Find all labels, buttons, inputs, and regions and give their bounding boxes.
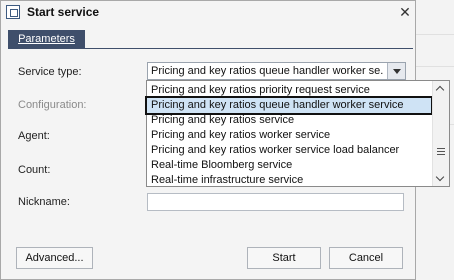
dropdown-option[interactable]: Real-time Bloomberg service (147, 158, 431, 173)
scroll-up-icon[interactable] (436, 85, 446, 93)
tab-strip-divider (8, 48, 413, 49)
tab-parameters[interactable]: Parameters (8, 30, 85, 48)
scroll-thumb-grip[interactable] (437, 151, 445, 152)
nickname-field[interactable] (147, 193, 404, 211)
dropdown-option[interactable]: Pricing and key ratios service (147, 113, 431, 128)
scroll-thumb-grip[interactable] (437, 154, 445, 155)
background-divider (416, 34, 454, 35)
window-app-icon (6, 5, 20, 19)
window-title: Start service (27, 5, 100, 19)
dropdown-option-selected[interactable]: Pricing and key ratios queue handler wor… (145, 96, 433, 115)
nickname-label: Nickname: (18, 196, 70, 208)
dropdown-scrollbar[interactable] (432, 81, 449, 186)
cancel-button[interactable]: Cancel (329, 247, 403, 269)
dropdown-option[interactable]: Real-time infrastructure service (147, 173, 431, 188)
start-button[interactable]: Start (247, 247, 321, 269)
close-icon[interactable]: ✕ (397, 3, 413, 21)
service-type-label: Service type: (18, 66, 82, 78)
service-type-value: Pricing and key ratios queue handler wor… (151, 65, 383, 77)
advanced-button[interactable]: Advanced... (16, 247, 93, 269)
agent-label: Agent: (18, 130, 50, 142)
scroll-down-icon[interactable] (436, 174, 446, 182)
configuration-label: Configuration: (18, 99, 87, 111)
dropdown-option[interactable]: Pricing and key ratios worker service (147, 128, 431, 143)
background-divider (416, 66, 454, 67)
scroll-thumb-grip[interactable] (437, 148, 445, 149)
dropdown-option[interactable]: Pricing and key ratios priority request … (147, 83, 431, 98)
chevron-down-icon[interactable] (387, 63, 405, 79)
title-bar[interactable]: Start service ✕ (1, 1, 415, 25)
service-type-dropdown-list: Pricing and key ratios priority request … (145, 80, 450, 188)
count-label: Count: (18, 164, 51, 176)
dropdown-option[interactable]: Pricing and key ratios worker service lo… (147, 143, 431, 158)
service-type-select[interactable]: Pricing and key ratios queue handler wor… (147, 62, 406, 80)
